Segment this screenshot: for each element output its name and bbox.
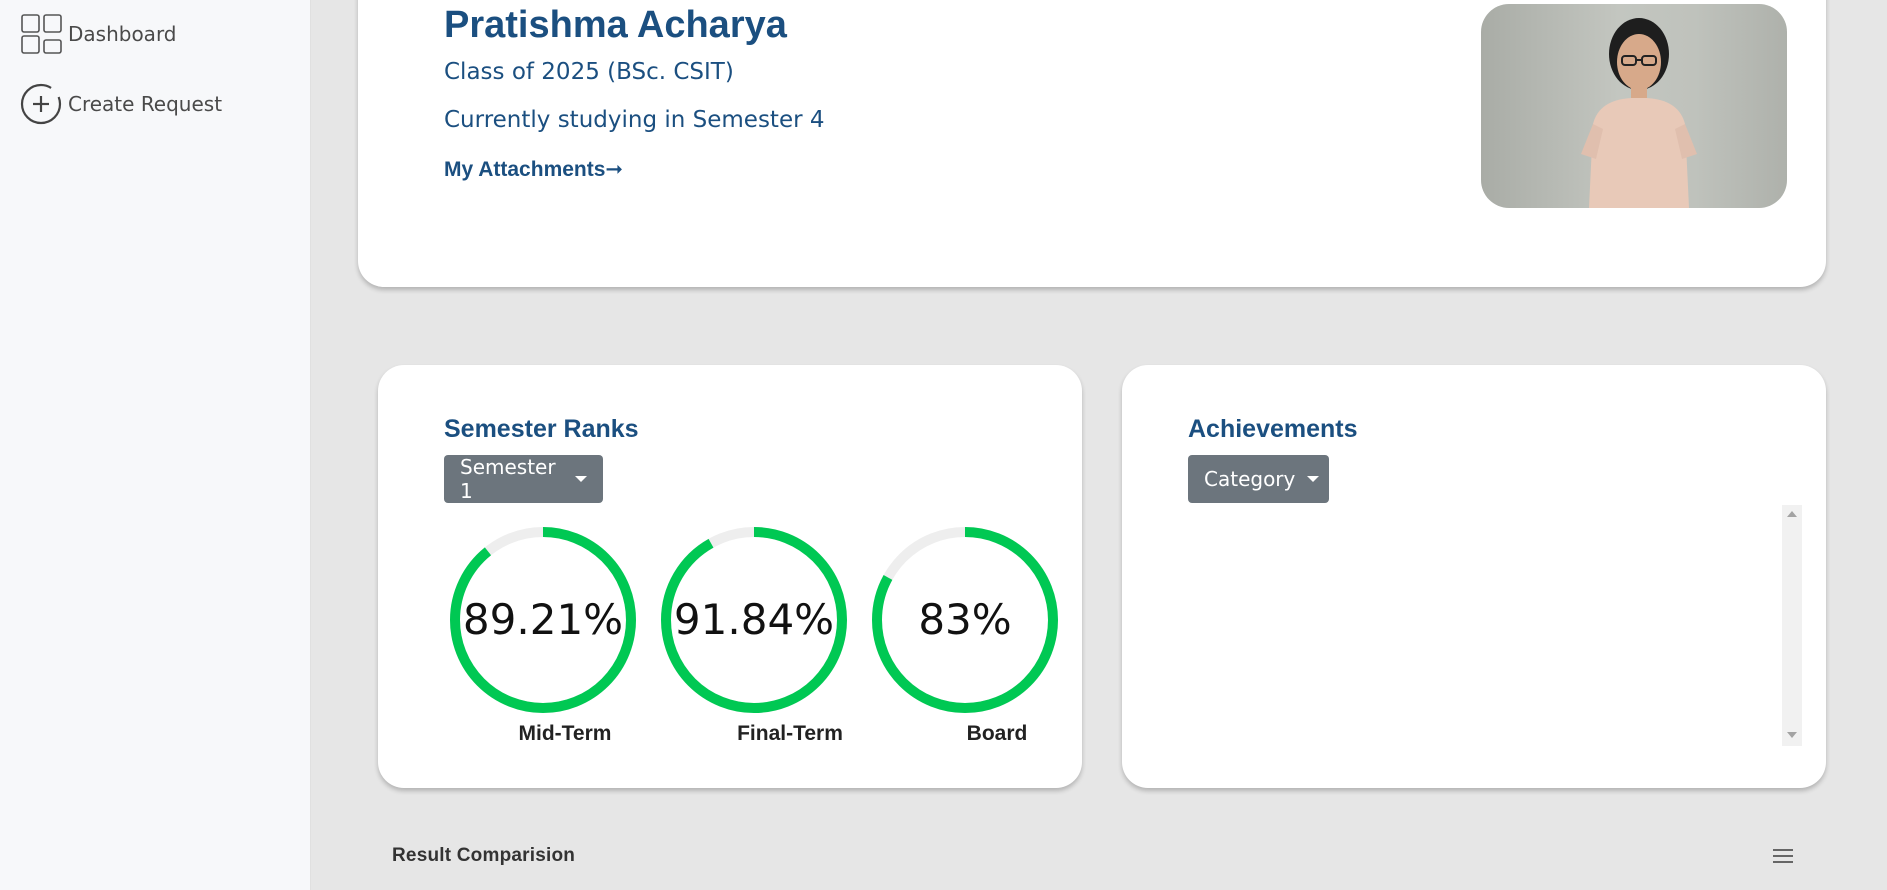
- achievements-title: Achievements: [1188, 415, 1358, 443]
- menu-icon[interactable]: [1773, 849, 1793, 867]
- ring-value-text: 89.21%: [463, 595, 623, 644]
- progress-ring: 89.21%: [450, 527, 636, 713]
- ring-label-final-term: Final-Term: [737, 722, 843, 745]
- achievements-scrollbar[interactable]: [1782, 505, 1802, 746]
- ring-value-text: 91.84%: [674, 595, 834, 644]
- scroll-up-icon[interactable]: [1787, 511, 1797, 517]
- progress-ring: 83%: [872, 527, 1058, 713]
- ring-label-board: Board: [966, 722, 1028, 745]
- category-dropdown[interactable]: Category: [1188, 455, 1329, 503]
- caret-down-icon: [1307, 476, 1320, 482]
- progress-ring: 91.84%: [661, 527, 847, 713]
- scroll-down-icon[interactable]: [1787, 732, 1797, 738]
- ring-value-text: 83%: [918, 595, 1011, 644]
- result-comparison-title: Result Comparision: [392, 845, 576, 866]
- ring-label-mid-term: Mid-Term: [518, 722, 612, 745]
- category-dropdown-label: Category: [1204, 467, 1296, 491]
